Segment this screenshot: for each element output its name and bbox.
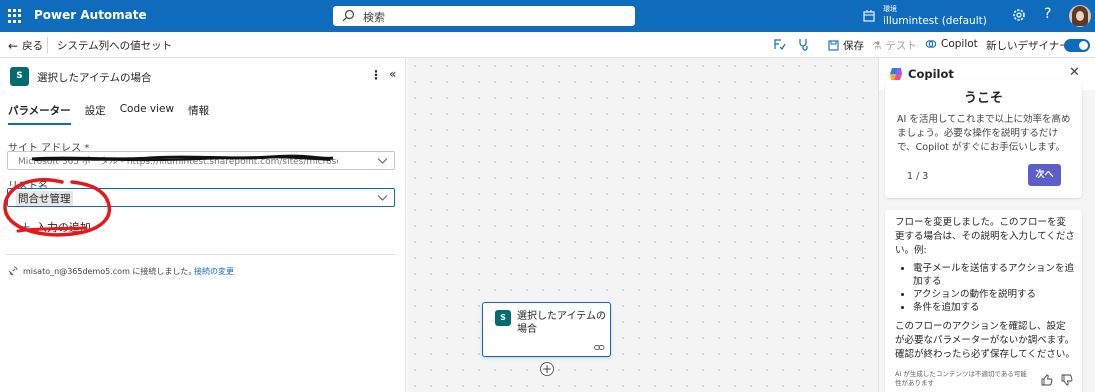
- search-input[interactable]: 検索: [333, 6, 635, 26]
- top-bar: Power Automate 検索 環境 illumintest (defaul…: [0, 0, 1095, 32]
- list-name-dropdown[interactable]: 問合せ管理: [7, 188, 395, 207]
- search-placeholder: 検索: [363, 11, 385, 24]
- copilot-title: Copilot: [908, 67, 954, 81]
- command-bar: ← 戻る システム列への値セット 保存 ⚗ テスト Copilot 新しいデザイ…: [0, 32, 1095, 58]
- connection-icon: [8, 266, 18, 276]
- save-label: 保存: [843, 40, 864, 52]
- flow-name: システム列への値セット: [57, 40, 173, 52]
- next-button[interactable]: 次へ: [1028, 164, 1061, 186]
- change-connection-link[interactable]: 接続の変更: [194, 266, 234, 277]
- panel-title[interactable]: 選択したアイテムの場合: [37, 70, 151, 85]
- node-title: 選択したアイテムの場合: [517, 311, 606, 335]
- connection-status: misato_n@365demo5.com に接続しました。: [23, 267, 197, 276]
- list-item: 条件を追加する: [913, 301, 1075, 314]
- link-icon: [594, 345, 605, 350]
- app-launcher-icon[interactable]: [8, 9, 22, 23]
- environment-picker[interactable]: 環境 illumintest (default): [883, 3, 987, 27]
- message-followup: このフローのアクションを確認し、設定が必要なパラメーターがないか調べます。確認が…: [895, 321, 1075, 360]
- panel-tabs: パラメーター 設定 Code view 情報: [8, 103, 209, 125]
- test-label: テスト: [885, 40, 917, 52]
- welcome-heading: うこそ: [963, 91, 1003, 106]
- ai-disclaimer: AI が生成したコンテンツは不適切である可能性があります: [895, 370, 1027, 387]
- sharepoint-icon: S: [10, 67, 29, 86]
- app-title[interactable]: Power Automate: [34, 8, 147, 22]
- flask-icon: ⚗: [872, 39, 882, 52]
- new-designer-toggle[interactable]: [1064, 39, 1090, 52]
- tab-settings[interactable]: 設定: [85, 103, 106, 125]
- thumbs-up-icon[interactable]: [1041, 374, 1053, 386]
- search-icon: [342, 9, 355, 22]
- back-button[interactable]: ← 戻る: [8, 38, 43, 53]
- chevron-down-icon: [377, 158, 388, 164]
- environment-label: 環境: [883, 5, 897, 13]
- collapse-panel-icon[interactable]: «: [389, 67, 396, 81]
- add-input-button[interactable]: + 入力の追加: [20, 219, 91, 235]
- back-label: 戻る: [22, 40, 44, 52]
- trigger-node[interactable]: S 選択したアイテムの場合: [482, 302, 611, 357]
- redaction-scribble: [31, 154, 334, 162]
- stethoscope-icon[interactable]: [797, 38, 810, 51]
- save-icon: [828, 40, 839, 51]
- flow-checker-icon[interactable]: [773, 38, 786, 51]
- gear-icon[interactable]: [1011, 7, 1027, 23]
- example-list: 電子メールを送信するアクションを追加する アクションの動作を説明する 条件を追加…: [895, 262, 1075, 314]
- add-step-button[interactable]: +: [540, 362, 554, 376]
- back-arrow-icon: ←: [8, 38, 19, 53]
- environment-icon[interactable]: [862, 9, 876, 23]
- flow-canvas[interactable]: S 選択したアイテムの場合 +: [407, 58, 878, 392]
- action-details-panel: S 選択したアイテムの場合 ⋮ « パラメーター 設定 Code view 情報…: [0, 58, 406, 392]
- copilot-logo-icon: [890, 68, 902, 80]
- new-designer-label: 新しいデザイナー: [986, 40, 1070, 52]
- divider: [47, 37, 48, 53]
- help-icon[interactable]: ?: [1044, 6, 1051, 22]
- test-button[interactable]: ⚗ テスト: [872, 38, 917, 53]
- add-input-label: 入力の追加: [35, 221, 91, 234]
- list-item: 電子メールを送信するアクションを追加する: [913, 262, 1075, 288]
- copilot-message: フローを変更しました。このフローを変更する場合は、その説明を入力してください。例…: [885, 210, 1082, 392]
- thumbs-down-icon[interactable]: [1061, 374, 1073, 386]
- avatar[interactable]: [1069, 5, 1091, 27]
- list-name-value: 問合せ管理: [16, 191, 73, 206]
- tab-info[interactable]: 情報: [188, 103, 209, 125]
- page-indicator: 1 / 3: [907, 171, 929, 182]
- save-button[interactable]: 保存: [828, 38, 864, 53]
- copilot-icon: [925, 40, 937, 48]
- copilot-label: Copilot: [941, 38, 978, 50]
- welcome-card: うこそ AI を活用してこれまで以上に効率を高めましょう。必要な操作を説明するだ…: [885, 80, 1082, 198]
- welcome-text: AI を活用してこれまで以上に効率を高めましょう。必要な操作を説明するだけで、C…: [897, 114, 1071, 153]
- close-icon[interactable]: ✕: [1069, 65, 1080, 80]
- copilot-panel: Copilot ✕ うこそ AI を活用してこれまで以上に効率を高めましょう。必…: [878, 58, 1095, 392]
- message-intro: フローを変更しました。このフローを変更する場合は、その説明を入力してください。例…: [895, 217, 1075, 256]
- sharepoint-icon: S: [495, 310, 511, 326]
- tab-code-view[interactable]: Code view: [120, 103, 174, 125]
- chevron-down-icon: [377, 195, 388, 201]
- list-item: アクションの動作を説明する: [913, 288, 1075, 301]
- plus-icon: +: [20, 219, 31, 235]
- tab-parameters[interactable]: パラメーター: [8, 103, 71, 125]
- divider: [6, 254, 396, 255]
- more-options-icon[interactable]: ⋮: [370, 68, 382, 82]
- environment-name: illumintest (default): [883, 15, 987, 27]
- copilot-button[interactable]: Copilot: [925, 38, 978, 50]
